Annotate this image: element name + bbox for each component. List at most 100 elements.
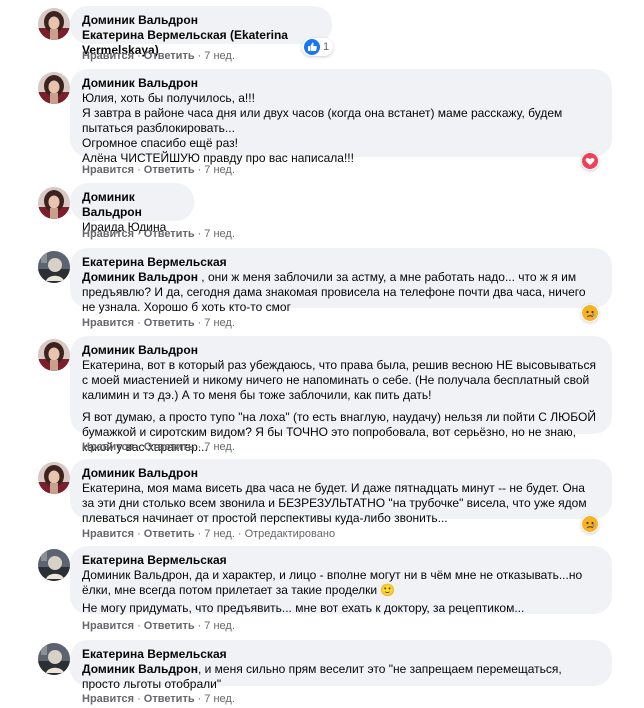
separator: · bbox=[137, 50, 141, 62]
separator: · bbox=[197, 317, 202, 329]
timestamp[interactable]: 7 нед. bbox=[204, 528, 235, 540]
mention-link[interactable]: Доминик Вальдрон bbox=[82, 662, 198, 676]
timestamp[interactable]: 7 нед. bbox=[204, 317, 235, 329]
comment-thread: Доминик Вальдрон Екатерина Вермельская (… bbox=[0, 0, 644, 708]
comment-text: Не могу придумать, что предъявить... мне… bbox=[82, 601, 525, 615]
separator: · bbox=[197, 528, 202, 540]
sad-face-icon bbox=[582, 516, 598, 532]
separator: · bbox=[197, 228, 202, 240]
timestamp[interactable]: 7 нед. bbox=[204, 228, 235, 240]
avatar[interactable] bbox=[38, 8, 70, 40]
comment-actions: Нравится · Ответить · 7 нед. bbox=[82, 163, 235, 177]
comment-bubble: Екатерина Вермельская Доминик Вальдрон ,… bbox=[70, 248, 612, 314]
timestamp[interactable]: 7 нед. bbox=[204, 441, 235, 453]
separator: · bbox=[197, 50, 202, 62]
comment-author[interactable]: Екатерина Вермельская bbox=[82, 553, 600, 568]
profile-photo bbox=[38, 72, 70, 104]
comment-bubble: Екатерина Вермельская Доминик Вальдрон, … bbox=[70, 546, 612, 615]
separator: · bbox=[137, 693, 141, 705]
reaction-count[interactable] bbox=[581, 152, 599, 170]
like-button[interactable]: Нравится bbox=[82, 620, 134, 632]
profile-photo bbox=[38, 187, 70, 219]
comment-author[interactable]: Доминик Вальдрон bbox=[82, 13, 320, 28]
separator: · bbox=[197, 620, 202, 632]
comment-actions: Нравится · Ответить · 7 нед. bbox=[82, 619, 235, 633]
comment-author[interactable]: Доминик Вальдрон bbox=[82, 76, 600, 91]
reply-button[interactable]: Ответить bbox=[144, 620, 195, 632]
separator: · bbox=[137, 317, 141, 329]
comment-bubble: Доминик Вальдрон Ираида Юдина bbox=[70, 183, 194, 234]
comment-text: Доминик Вальдрон , они ж меня заблочили … bbox=[82, 270, 589, 314]
avatar[interactable] bbox=[38, 549, 70, 581]
separator: · bbox=[137, 620, 141, 632]
comment-bubble: Екатерина Вермельская Доминик Вальдрон, … bbox=[70, 640, 612, 691]
comment-actions: Нравится · Ответить · 7 нед. · Отредактировано bbox=[82, 527, 335, 541]
sad-face-icon bbox=[582, 305, 598, 321]
profile-photo bbox=[38, 339, 70, 371]
reply-button[interactable]: Ответить bbox=[144, 228, 195, 240]
comment-author[interactable]: Доминик Вальдрон bbox=[82, 466, 600, 481]
heart-icon bbox=[582, 153, 598, 169]
avatar[interactable] bbox=[38, 72, 70, 104]
like-button[interactable]: Нравится bbox=[82, 228, 134, 240]
comment-actions: Нравится · Ответить · 7 нед. bbox=[82, 316, 235, 330]
reaction-count[interactable]: 1 bbox=[302, 38, 334, 56]
avatar[interactable] bbox=[38, 643, 70, 675]
like-button[interactable]: Нравится bbox=[82, 693, 134, 705]
reaction-number: 1 bbox=[323, 41, 330, 53]
avatar[interactable] bbox=[38, 339, 70, 371]
separator: · bbox=[237, 528, 242, 540]
separator: · bbox=[137, 528, 141, 540]
profile-photo bbox=[38, 8, 70, 40]
separator: · bbox=[197, 441, 202, 453]
comment-text: Доминик Вальдрон, да и характер, и лицо … bbox=[82, 568, 586, 597]
comment-author[interactable]: Доминик Вальдрон bbox=[82, 190, 182, 220]
avatar[interactable] bbox=[38, 187, 70, 219]
comment-author[interactable]: Екатерина Вермельская bbox=[82, 647, 600, 662]
comment-bubble: Доминик Вальдрон Юлия, хоть бы получилос… bbox=[70, 69, 612, 165]
reply-button[interactable]: Ответить bbox=[144, 693, 195, 705]
comment-actions: Нравится · Ответить · 7 нед. bbox=[82, 49, 235, 63]
mention-link[interactable]: Доминик Вальдрон bbox=[82, 270, 198, 284]
comment-bubble: Доминик Вальдрон Екатерина, вот в которы… bbox=[70, 336, 612, 454]
avatar[interactable] bbox=[38, 462, 70, 494]
like-button[interactable]: Нравится bbox=[82, 50, 134, 62]
like-icon bbox=[304, 39, 320, 55]
like-button[interactable]: Нравится bbox=[82, 164, 134, 176]
separator: · bbox=[137, 441, 141, 453]
timestamp[interactable]: 7 нед. bbox=[204, 50, 235, 62]
comment-bubble: Доминик Вальдрон Екатерина, моя мама вис… bbox=[70, 459, 612, 525]
comment-actions: Нравится · Ответить · 7 нед. bbox=[82, 227, 235, 241]
reply-button[interactable]: Ответить bbox=[144, 317, 195, 329]
like-button[interactable]: Нравится bbox=[82, 317, 134, 329]
comment-text: Юлия, хоть бы получилось, а!!! Я завтра … bbox=[82, 91, 563, 165]
profile-photo bbox=[38, 462, 70, 494]
timestamp[interactable]: 7 нед. bbox=[204, 693, 235, 705]
avatar[interactable] bbox=[38, 251, 70, 283]
comment-actions: Нравится · Ответить · 7 нед. bbox=[82, 440, 235, 454]
profile-photo bbox=[38, 643, 70, 675]
separator: · bbox=[197, 693, 202, 705]
profile-photo bbox=[38, 549, 70, 581]
timestamp[interactable]: 7 нед. bbox=[204, 164, 235, 176]
profile-photo bbox=[38, 251, 70, 283]
reply-button[interactable]: Ответить bbox=[144, 528, 195, 540]
comment-text: Екатерина, моя мама висеть два часа не б… bbox=[82, 481, 590, 525]
comment-author[interactable]: Доминик Вальдрон bbox=[82, 343, 600, 358]
reaction-count[interactable] bbox=[581, 304, 599, 322]
comment-author[interactable]: Екатерина Вермельская bbox=[82, 255, 600, 270]
separator: · bbox=[137, 228, 141, 240]
like-button[interactable]: Нравится bbox=[82, 441, 134, 453]
like-button[interactable]: Нравится bbox=[82, 528, 134, 540]
reply-button[interactable]: Ответить bbox=[144, 164, 195, 176]
reply-button[interactable]: Ответить bbox=[144, 50, 195, 62]
mention-link[interactable]: Доминик Вальдрон bbox=[82, 568, 189, 582]
reply-button[interactable]: Ответить bbox=[144, 441, 195, 453]
comment-text: Доминик Вальдрон, и меня сильно прям вес… bbox=[82, 662, 566, 691]
separator: · bbox=[197, 164, 202, 176]
separator: · bbox=[137, 164, 141, 176]
timestamp[interactable]: 7 нед. bbox=[204, 620, 235, 632]
comment-bubble: Доминик Вальдрон Екатерина Вермельская (… bbox=[70, 6, 332, 57]
reaction-count[interactable] bbox=[581, 515, 599, 533]
edited-label[interactable]: Отредактировано bbox=[245, 528, 336, 540]
